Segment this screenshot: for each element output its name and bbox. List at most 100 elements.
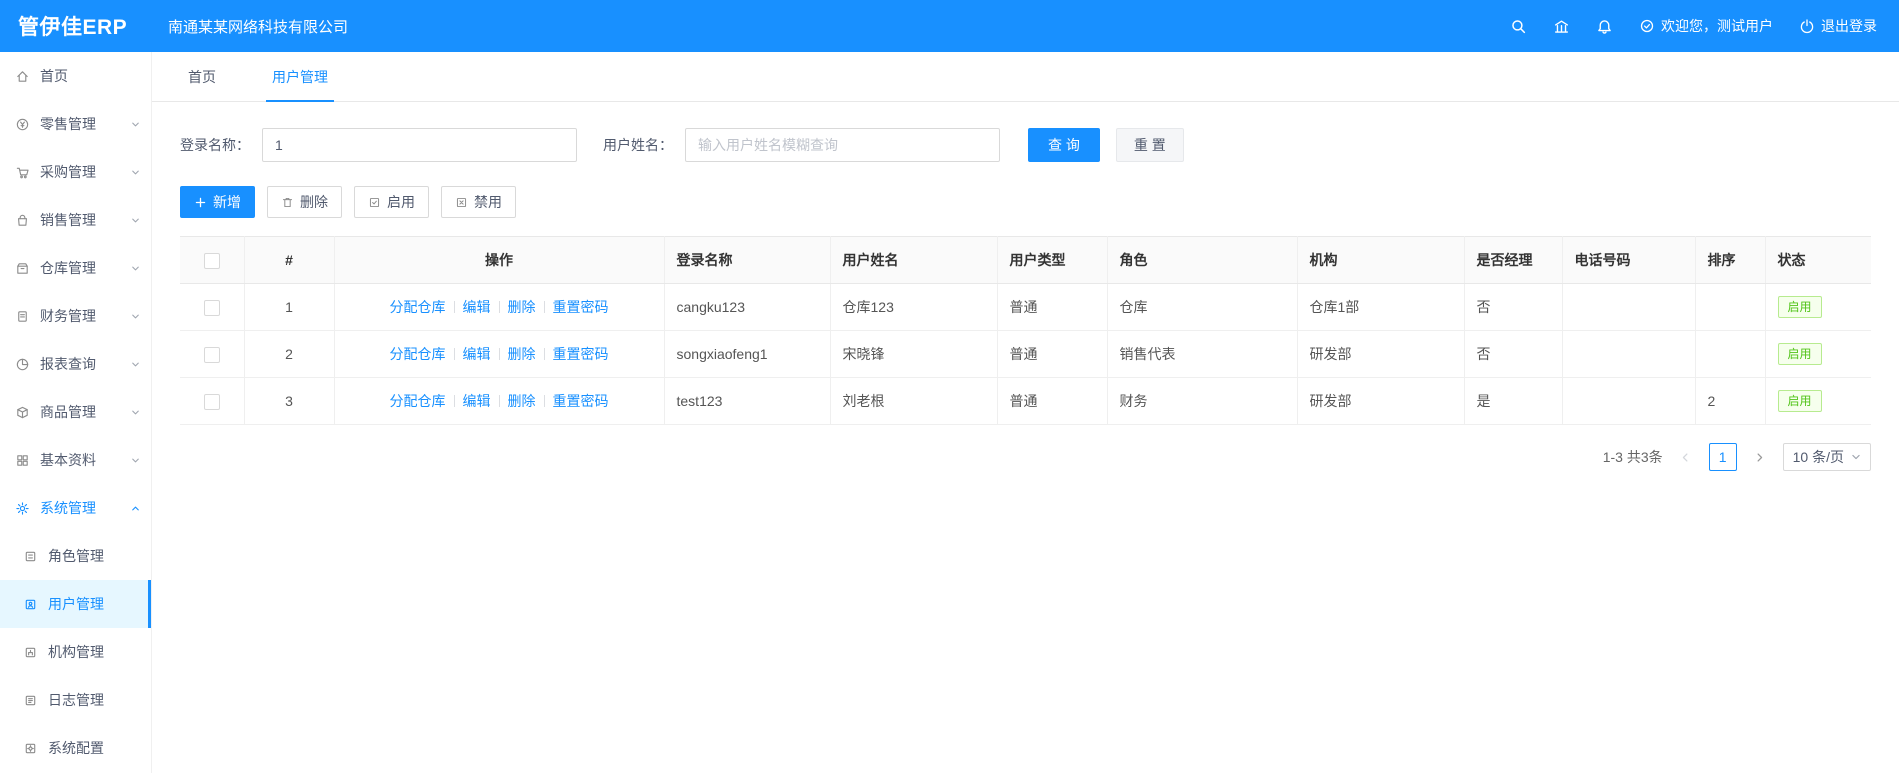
sidebar-subitem-users[interactable]: 用户管理 [0, 580, 151, 628]
sidebar-item-purchase[interactable]: 采购管理 [0, 148, 151, 196]
cell-role: 销售代表 [1107, 330, 1298, 378]
disable-button[interactable]: 禁用 [441, 186, 516, 218]
bell-icon[interactable] [1596, 18, 1613, 35]
cell-org: 研发部 [1297, 377, 1465, 425]
reset-button[interactable]: 重 置 [1115, 128, 1184, 162]
cell-actions: 分配仓库 编辑 删除 重置密码 [334, 377, 665, 425]
add-button[interactable]: 新增 [180, 186, 255, 218]
search-button[interactable]: 查 询 [1028, 128, 1100, 162]
select-all-checkbox[interactable] [203, 252, 220, 269]
sidebar-item-products[interactable]: 商品管理 [0, 388, 151, 436]
user-check-icon [1639, 18, 1655, 34]
organization-icon [23, 645, 38, 660]
sidebar-item-label: 仓库管理 [40, 260, 96, 276]
reset-password-link[interactable]: 重置密码 [553, 299, 609, 315]
user-table: # 操作 登录名称 用户姓名 用户类型 角色 机构 是否经理 电话号码 排序 状… [180, 236, 1871, 425]
cell-manager: 否 [1464, 330, 1563, 378]
sidebar-subitem-config[interactable]: 系统配置 [0, 724, 151, 772]
next-page-button[interactable] [1747, 444, 1773, 470]
edit-link[interactable]: 编辑 [463, 393, 491, 409]
sidebar-item-sales[interactable]: 销售管理 [0, 196, 151, 244]
cell-name: 刘老根 [830, 377, 998, 425]
role-icon [23, 549, 38, 564]
tab-bar: 首页 用户管理 [152, 52, 1899, 102]
delete-link[interactable]: 删除 [508, 346, 536, 362]
report-icon [15, 357, 30, 372]
delete-link[interactable]: 删除 [508, 299, 536, 315]
search-icon[interactable] [1510, 18, 1527, 35]
sidebar-subitem-organizations[interactable]: 机构管理 [0, 628, 151, 676]
enable-button-label: 启用 [387, 194, 415, 210]
home-icon [15, 69, 30, 84]
row-checkbox[interactable] [203, 393, 220, 410]
prev-page-button[interactable] [1673, 444, 1699, 470]
finance-icon [15, 309, 30, 324]
disable-button-label: 禁用 [474, 194, 502, 210]
enable-button[interactable]: 启用 [354, 186, 429, 218]
basic-data-icon [15, 453, 30, 468]
col-index: # [244, 236, 335, 284]
cell-phone [1562, 330, 1696, 378]
chevron-down-icon [130, 455, 141, 466]
divider [498, 395, 500, 407]
cell-login: cangku123 [664, 283, 831, 331]
cell-index: 2 [244, 330, 335, 378]
cell-actions: 分配仓库 编辑 删除 重置密码 [334, 330, 665, 378]
row-checkbox[interactable] [203, 346, 220, 363]
user-name-input[interactable] [685, 128, 1000, 162]
sidebar-item-system[interactable]: 系统管理 [0, 484, 151, 532]
top-header: 管伊佳ERP 南通某某网络科技有限公司 欢迎您，测试用户 退出登录 [0, 0, 1899, 52]
sidebar-item-finance[interactable]: 财务管理 [0, 292, 151, 340]
user-welcome[interactable]: 欢迎您，测试用户 [1639, 16, 1773, 36]
sidebar-item-label: 商品管理 [40, 404, 96, 420]
sidebar-item-reports[interactable]: 报表查询 [0, 340, 151, 388]
reset-password-link[interactable]: 重置密码 [553, 346, 609, 362]
assign-warehouse-link[interactable]: 分配仓库 [390, 299, 446, 315]
page-size-select[interactable]: 10 条/页 [1782, 443, 1871, 471]
check-square-icon [369, 197, 380, 207]
chevron-down-icon [130, 311, 141, 322]
cell-type: 普通 [997, 330, 1108, 378]
sidebar-item-home[interactable]: 首页 [0, 52, 151, 100]
sidebar-item-retail[interactable]: 零售管理 [0, 100, 151, 148]
sidebar-subitem-logs[interactable]: 日志管理 [0, 676, 151, 724]
tab-label: 用户管理 [272, 68, 328, 85]
login-name-input[interactable] [262, 128, 577, 162]
sidebar-item-basic-data[interactable]: 基本资料 [0, 436, 151, 484]
delete-link[interactable]: 删除 [508, 393, 536, 409]
sidebar-subitem-roles[interactable]: 角色管理 [0, 532, 151, 580]
page-size-value: 10 条/页 [1792, 449, 1844, 465]
cell-login: test123 [664, 377, 831, 425]
table-row: 1 分配仓库 编辑 删除 重置密码 cangku123 仓库123 普通 仓库 仓库1… [180, 283, 1871, 331]
col-sort: 排序 [1695, 236, 1766, 284]
chevron-down-icon [1852, 454, 1860, 460]
tab-user-management[interactable]: 用户管理 [266, 52, 334, 102]
table-row: 3 分配仓库 编辑 删除 重置密码 test123 刘老根 普通 财务 研发部 是 2… [180, 377, 1871, 425]
tab-home[interactable]: 首页 [182, 52, 222, 101]
assign-warehouse-link[interactable]: 分配仓库 [390, 393, 446, 409]
welcome-text: 欢迎您，测试用户 [1661, 18, 1773, 34]
edit-link[interactable]: 编辑 [463, 299, 491, 315]
divider [498, 348, 500, 360]
row-checkbox[interactable] [203, 299, 220, 316]
sidebar-item-label: 采购管理 [40, 164, 96, 180]
purchase-icon [15, 165, 30, 180]
cell-status: 启用 [1765, 377, 1871, 425]
table-header-row: # 操作 登录名称 用户姓名 用户类型 角色 机构 是否经理 电话号码 排序 状… [180, 236, 1871, 284]
reset-password-link[interactable]: 重置密码 [553, 393, 609, 409]
cell-index: 3 [244, 377, 335, 425]
cell-manager: 是 [1464, 377, 1563, 425]
edit-link[interactable]: 编辑 [463, 346, 491, 362]
col-org: 机构 [1297, 236, 1465, 284]
cell-manager: 否 [1464, 283, 1563, 331]
app-logo[interactable]: 管伊佳ERP [0, 11, 152, 41]
delete-button[interactable]: 删除 [267, 186, 342, 218]
chevron-down-icon [130, 119, 141, 130]
home-nav-icon[interactable] [1553, 18, 1570, 35]
chevron-down-icon [130, 167, 141, 178]
cell-sort [1695, 330, 1766, 378]
assign-warehouse-link[interactable]: 分配仓库 [390, 346, 446, 362]
sidebar-item-warehouse[interactable]: 仓库管理 [0, 244, 151, 292]
logout-button[interactable]: 退出登录 [1799, 16, 1877, 36]
page-number-1[interactable]: 1 [1708, 443, 1737, 471]
